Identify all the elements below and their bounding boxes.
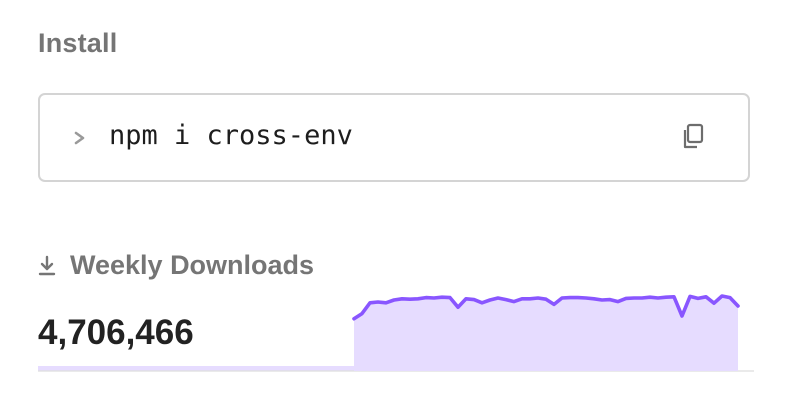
weekly-downloads-label: Weekly Downloads <box>70 250 315 280</box>
install-command: npm i cross-env <box>109 120 353 151</box>
sparkline-area <box>354 296 738 371</box>
chevron-right-icon <box>74 131 85 145</box>
download-icon <box>38 255 56 275</box>
copy-button[interactable] <box>678 121 708 153</box>
install-command-box[interactable]: npm i cross-env <box>38 93 750 182</box>
weekly-downloads-header: Weekly Downloads <box>38 250 314 281</box>
install-heading: Install <box>38 28 118 58</box>
sparkline-baseline <box>38 366 354 371</box>
copy-icon <box>683 123 704 149</box>
weekly-downloads-count: 4,706,466 <box>38 313 194 352</box>
